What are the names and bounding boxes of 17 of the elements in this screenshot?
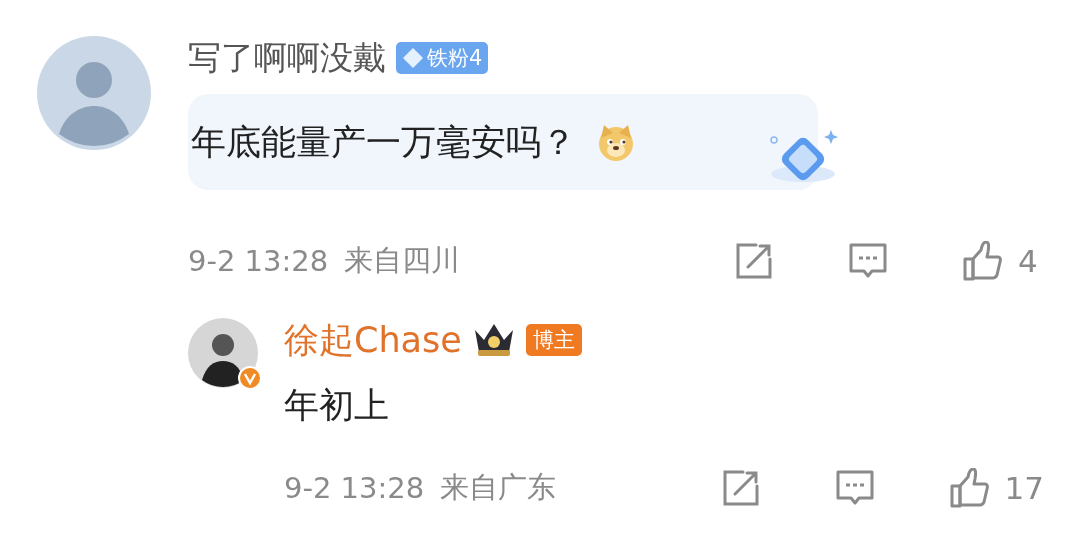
like-count: 4 (1018, 243, 1039, 279)
thumbs-up-icon[interactable] (962, 241, 1002, 281)
username[interactable]: 写了啊啊没戴 (188, 35, 386, 81)
timestamp: 9-2 13:28 (284, 471, 425, 505)
verified-badge-icon (238, 366, 262, 390)
location: 来自广东 (440, 469, 557, 506)
dog-emoji-icon (596, 122, 636, 162)
timestamp: 9-2 13:28 (188, 244, 329, 278)
blogger-badge: 博主 (525, 324, 582, 356)
location: 来自四川 (344, 242, 461, 279)
avatar[interactable] (188, 318, 258, 388)
reply-text: 年初上 (284, 384, 390, 427)
comment-text: 年底能量产一万毫安吗？ (191, 120, 576, 164)
thumbs-up-icon[interactable] (948, 468, 989, 508)
share-icon[interactable] (734, 241, 774, 281)
fan-level-badge: 铁粉4 (396, 42, 489, 74)
like-count: 17 (1004, 470, 1044, 506)
